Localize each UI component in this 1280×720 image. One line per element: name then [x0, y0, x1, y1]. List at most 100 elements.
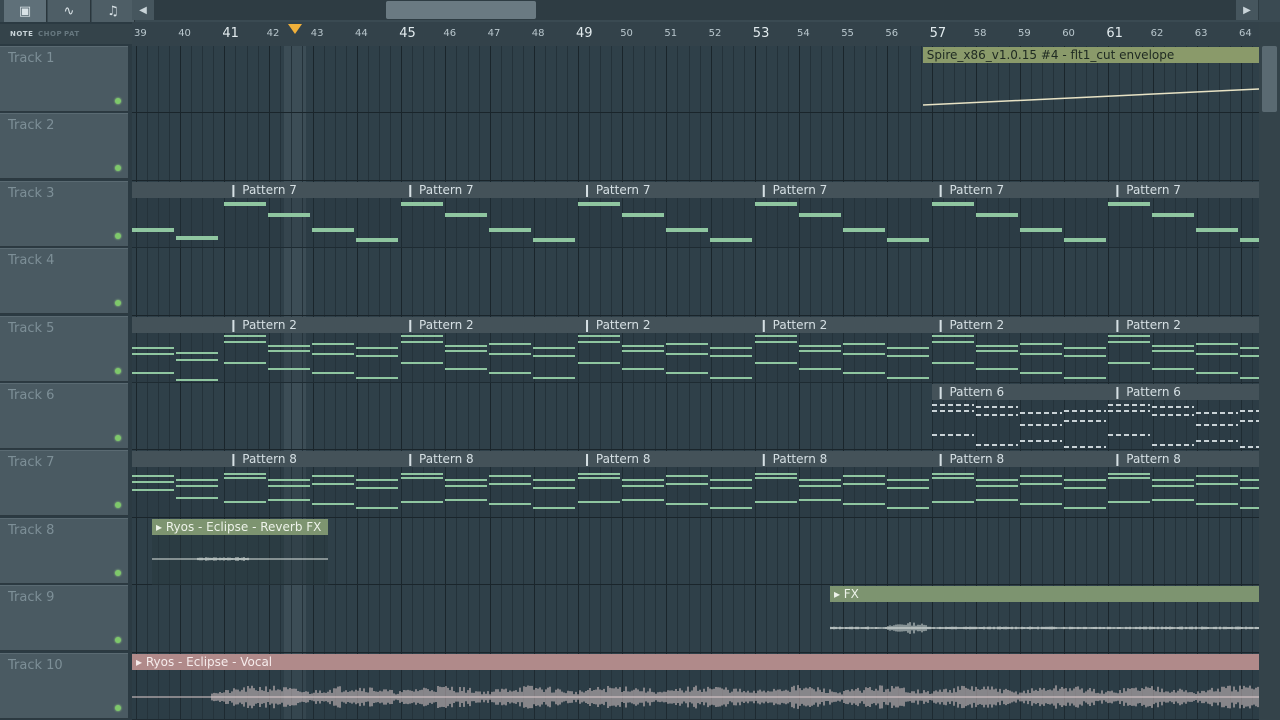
pattern-clip[interactable]: ❙ Pattern 7 — [578, 181, 755, 248]
track-enable-led[interactable] — [115, 569, 121, 576]
note — [798, 479, 841, 482]
pattern-clip-tail[interactable] — [132, 451, 225, 518]
track-enable-led[interactable] — [115, 367, 121, 374]
mode-chop[interactable]: CHOP — [38, 30, 62, 38]
note — [1152, 499, 1195, 502]
scroll-left-icon[interactable]: ◀ — [132, 0, 154, 20]
pattern-clip[interactable]: ❙ Pattern 2 — [578, 316, 755, 383]
playlist-grid[interactable]: Spire_x86_v1.0.15 #4 - flt1_cut envelope… — [132, 46, 1259, 720]
track-enable-led[interactable] — [115, 232, 121, 239]
clip-title: ❙ Pattern 2 — [931, 316, 1109, 333]
pattern-clip[interactable]: ❙ Pattern 2 — [931, 316, 1109, 383]
note — [798, 485, 841, 488]
note — [1196, 475, 1239, 478]
audio-clip-vocal[interactable]: ▸ Ryos - Eclipse - Vocal — [132, 653, 1259, 720]
note — [931, 477, 974, 480]
pattern-clip[interactable]: ❙ Pattern 2 — [1108, 316, 1259, 383]
pattern-clip-tail[interactable] — [132, 181, 225, 248]
playlist-window: ▣ ∿ ♫ ◀ ▶ NOTE CHOP PAT 39 40 41 42 43 44 45 46… — [0, 0, 1280, 720]
track-enable-led[interactable] — [115, 300, 121, 307]
track-enable-led[interactable] — [115, 704, 121, 711]
scroll-right-icon[interactable]: ▶ — [1236, 0, 1258, 20]
note — [710, 346, 752, 349]
pattern-clip[interactable]: ❙ Pattern 7 — [224, 181, 402, 248]
pattern-clip[interactable]: ❙ Pattern 8 — [931, 451, 1109, 518]
bar-number: 54 — [797, 28, 810, 39]
note — [842, 475, 885, 478]
mode-pat[interactable]: PAT — [64, 30, 80, 38]
note — [975, 499, 1018, 502]
pattern-clip[interactable]: ❙ Pattern 8 — [224, 451, 402, 518]
note — [1240, 376, 1259, 379]
bar-number: 64 — [1239, 28, 1252, 39]
pattern-clip[interactable]: ❙ Pattern 2 — [401, 316, 578, 383]
clip-title: ❙ Pattern 8 — [754, 451, 932, 468]
grid-line — [776, 46, 778, 720]
automation-clip[interactable]: Spire_x86_v1.0.15 #4 - flt1_cut envelope — [922, 47, 1259, 113]
track-enable-led[interactable] — [115, 637, 121, 644]
track-header[interactable]: Track 2 — [0, 113, 128, 180]
playhead-marker[interactable] — [288, 24, 302, 34]
note — [622, 499, 664, 502]
pattern-clip[interactable]: ❙ Pattern 7 — [754, 181, 932, 248]
clip-title — [132, 181, 225, 198]
pattern-clip[interactable]: ❙ Pattern 7 — [401, 181, 578, 248]
note — [798, 212, 841, 217]
pattern-clip[interactable]: ❙ Pattern 8 — [754, 451, 932, 518]
audio-clip-fx[interactable]: ▸ FX — [829, 586, 1259, 652]
pattern-clip[interactable]: ❙ Pattern 8 — [401, 451, 578, 518]
grid-line — [655, 46, 657, 720]
playlist-icon-glyph: ▣ — [18, 3, 32, 19]
track-header[interactable]: Track 4 — [0, 248, 128, 315]
row-divider — [132, 314, 1259, 316]
pattern-clip[interactable]: ❙ Pattern 8 — [578, 451, 755, 518]
pattern-clip[interactable]: ❙ Pattern 6 — [931, 384, 1109, 450]
grid-line — [279, 46, 281, 720]
track-enable-led[interactable] — [115, 98, 121, 104]
track-enable-led[interactable] — [115, 435, 121, 441]
pattern-clip[interactable]: ❙ Pattern 7 — [1108, 181, 1259, 248]
pattern-clip-tail[interactable] — [132, 316, 225, 383]
horizontal-scrollbar[interactable]: ◀ — [132, 0, 1259, 20]
track-header[interactable]: Track 10 — [0, 652, 128, 719]
track-header[interactable]: Track 9 — [0, 585, 128, 652]
note — [1019, 483, 1062, 486]
note-icon[interactable]: ♫ — [92, 0, 135, 22]
note — [975, 414, 1018, 416]
note — [176, 479, 218, 482]
mode-note[interactable]: NOTE — [10, 30, 33, 38]
note — [312, 371, 355, 374]
track-name: Track 6 — [8, 388, 55, 403]
automation-icon[interactable]: ∿ — [48, 0, 91, 22]
track-header[interactable]: Track 5 — [0, 315, 128, 382]
note — [578, 501, 620, 504]
note — [312, 342, 355, 345]
track-header[interactable]: Track 1 — [0, 46, 128, 112]
note — [1019, 412, 1062, 414]
track-header[interactable]: Track 3 — [0, 180, 128, 247]
vertical-scrollbar[interactable] — [1259, 22, 1280, 720]
note — [401, 201, 444, 206]
clip-title: ❙ Pattern 8 — [224, 451, 402, 468]
track-enable-led[interactable] — [115, 502, 121, 509]
pattern-clip[interactable]: ❙ Pattern 8 — [1108, 451, 1259, 518]
grid-line — [235, 46, 237, 720]
vertical-scroll-thumb[interactable] — [1262, 46, 1277, 112]
pattern-clip[interactable]: ❙ Pattern 7 — [931, 181, 1109, 248]
playlist-icon[interactable]: ▣ — [4, 0, 47, 22]
track-header[interactable]: Track 6 — [0, 383, 128, 449]
clip-title: ❙ Pattern 2 — [578, 316, 755, 333]
note — [578, 473, 620, 476]
track-enable-led[interactable] — [115, 165, 121, 172]
audio-clip-reverb[interactable]: ▸ Ryos - Eclipse - Reverb FX — [152, 518, 328, 585]
note — [710, 237, 752, 242]
horizontal-scroll-thumb[interactable] — [386, 1, 536, 19]
pattern-clip[interactable]: ❙ Pattern 6 — [1108, 384, 1259, 450]
pattern-clip[interactable]: ❙ Pattern 2 — [224, 316, 402, 383]
pattern-clip[interactable]: ❙ Pattern 2 — [754, 316, 932, 383]
track-name: Track 8 — [8, 522, 55, 538]
track-header[interactable]: Track 8 — [0, 517, 128, 584]
note — [268, 479, 311, 482]
track-header[interactable]: Track 7 — [0, 450, 128, 517]
note — [489, 503, 532, 506]
